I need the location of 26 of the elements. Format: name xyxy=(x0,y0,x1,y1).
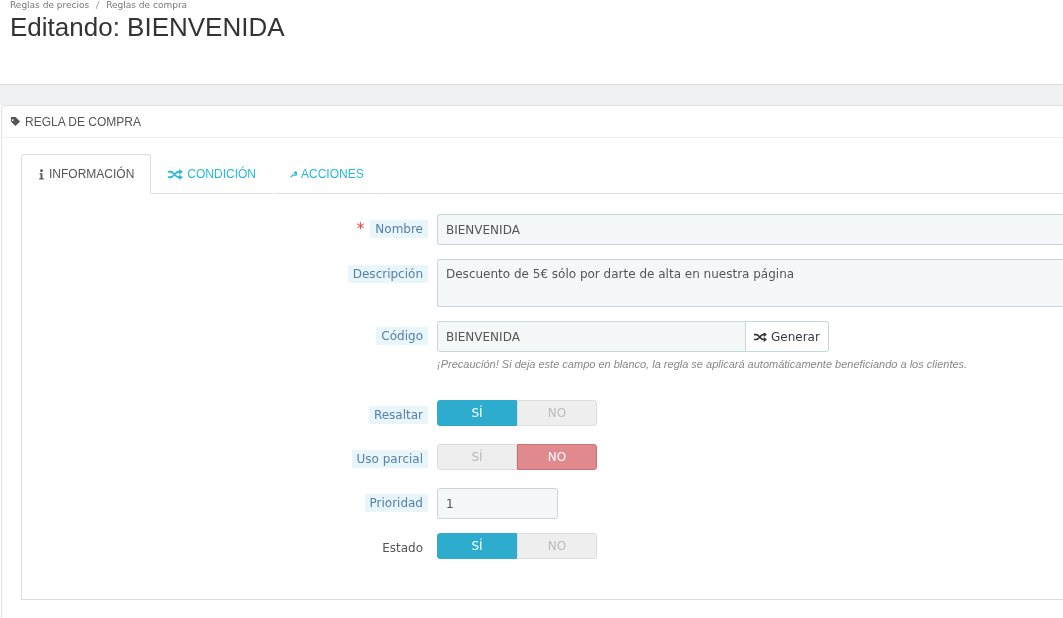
page-title: Editando: BIENVENIDA xyxy=(10,12,286,44)
field-label: Resaltar xyxy=(368,406,428,424)
shuffle-icon xyxy=(168,168,184,180)
toggle-option[interactable]: SÍ xyxy=(437,533,517,559)
field-label: Uso parcial xyxy=(351,450,428,468)
toggle-option[interactable]: NO xyxy=(517,444,597,470)
code-field[interactable]: BIENVENIDA xyxy=(437,321,746,352)
field-label: Nombre xyxy=(370,220,428,238)
name-field[interactable]: BIENVENIDA xyxy=(437,214,1063,245)
generate-button[interactable]: Generar xyxy=(746,321,829,352)
field-label: Código xyxy=(376,327,428,345)
tab[interactable]: INFORMACIÓN xyxy=(21,154,152,194)
field-label: Prioridad xyxy=(364,494,428,512)
field-label: Estado xyxy=(381,540,424,557)
panel-title: REGLA DE COMPRA xyxy=(25,114,142,129)
description-field[interactable]: Descuento de 5€ sólo por darte de alta en nuestra página xyxy=(437,259,1063,307)
required-mark: * xyxy=(356,220,365,238)
toggle-option[interactable]: SÍ xyxy=(437,400,517,426)
breadcrumb-link[interactable]: Reglas de compra xyxy=(106,0,188,10)
info-icon xyxy=(38,168,45,180)
shuffle-icon xyxy=(754,331,767,342)
field-label: Descripción xyxy=(347,265,428,283)
breadcrumb-link[interactable]: Reglas de precios xyxy=(10,0,90,10)
tag-icon xyxy=(10,116,21,127)
priority-field[interactable]: 1 xyxy=(437,488,558,519)
help-text: ¡Precaución! Si deja este campo en blanco, la regla se aplicará automáticamente beneficiando a los clientes. xyxy=(437,358,969,370)
